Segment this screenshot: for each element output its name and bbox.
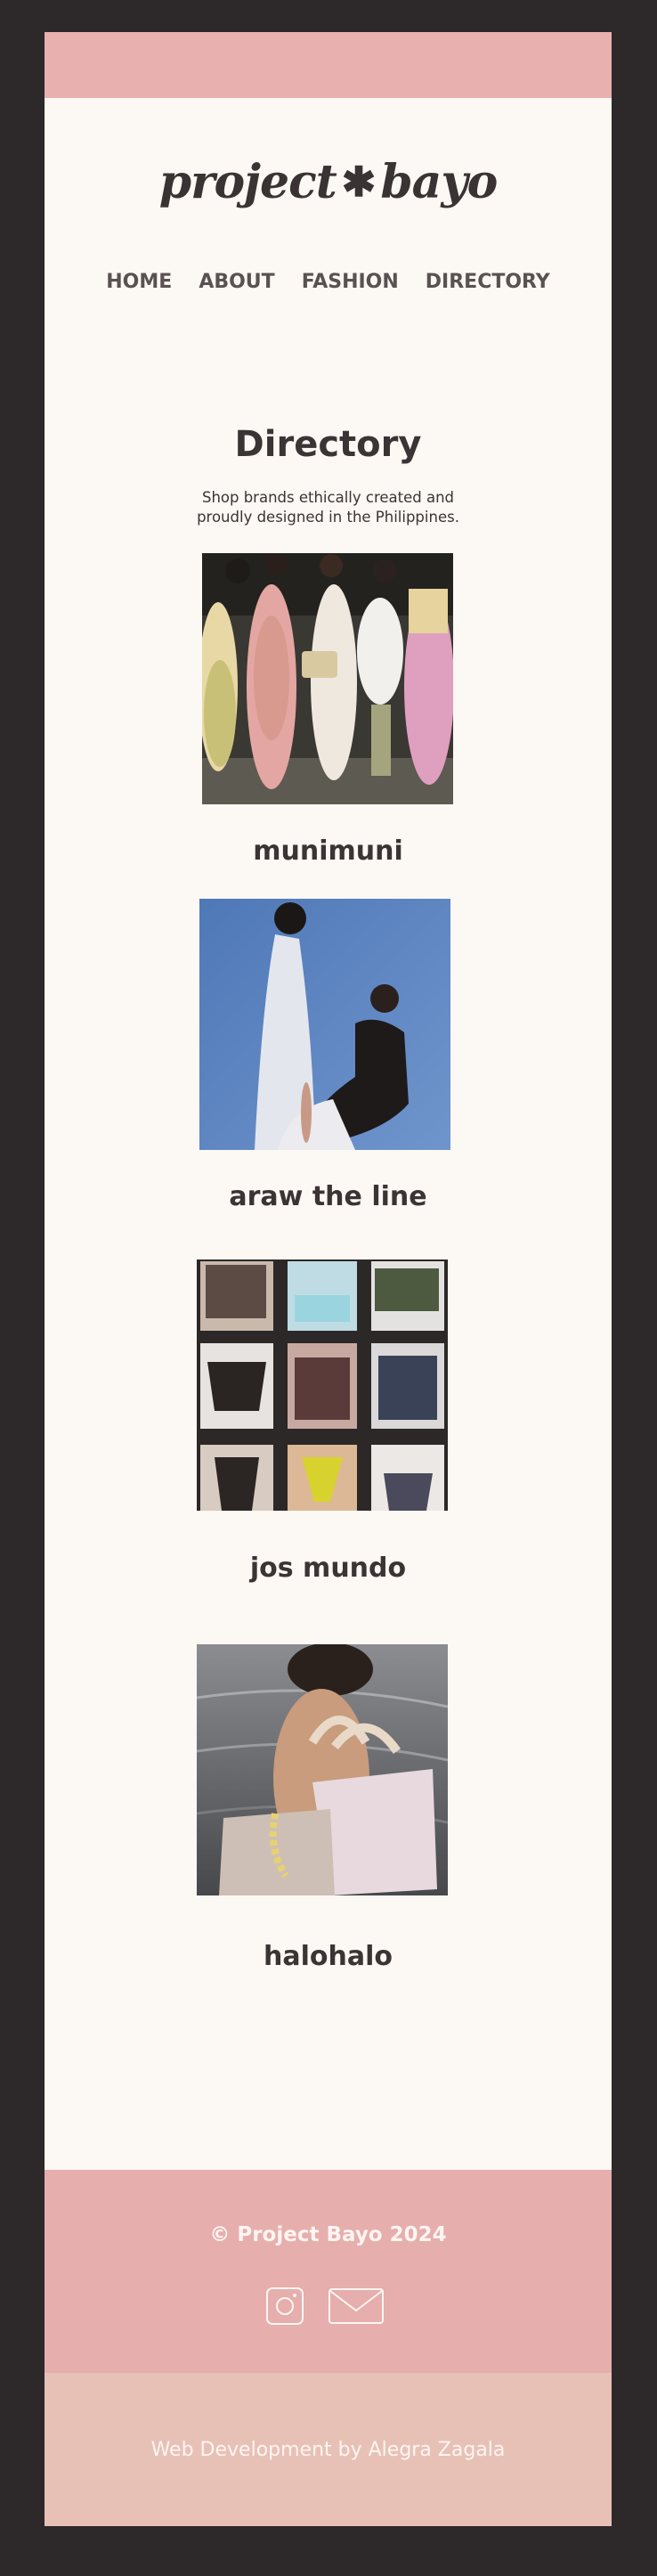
subtitle-line-1: Shop brands ethically created and bbox=[201, 489, 455, 506]
brand-name-araw-the-line[interactable]: araw the line bbox=[45, 1181, 612, 1212]
page-subtitle: Shop brands ethically created and proudl… bbox=[45, 488, 612, 527]
logo-flower-icon: ✱ bbox=[341, 158, 377, 206]
page-title: Directory bbox=[234, 424, 422, 465]
subtitle-line-2: proudly designed in the Philippines. bbox=[197, 509, 459, 526]
nav-fashion-link[interactable]: FASHION bbox=[302, 271, 399, 293]
main-nav: HOME ABOUT FASHION DIRECTORY bbox=[45, 271, 612, 293]
instagram-icon[interactable] bbox=[265, 2287, 304, 2329]
page-container: project ✱ bayo HOME ABOUT FASHION DIRECTOR… bbox=[45, 32, 612, 2526]
brand-image-araw-the-line[interactable] bbox=[199, 899, 450, 1150]
logo-text-project: project bbox=[158, 155, 337, 209]
footer-copyright: © Project Bayo 2024 bbox=[209, 2223, 447, 2246]
brand-image-munimuni[interactable] bbox=[202, 553, 453, 804]
brand-image-jos-mundo[interactable] bbox=[197, 1259, 448, 1511]
footer-credit: Web Development by Alegra Zagala bbox=[150, 2439, 506, 2461]
brand-name-munimuni[interactable]: munimuni bbox=[45, 836, 612, 867]
site-logo[interactable]: project ✱ bayo bbox=[45, 155, 612, 209]
nav-home-link[interactable]: HOME bbox=[106, 271, 172, 293]
brand-image-halohalo[interactable] bbox=[197, 1644, 448, 1895]
logo-text-bayo: bayo bbox=[380, 155, 498, 209]
email-icon[interactable] bbox=[328, 2287, 385, 2329]
brand-name-jos-mundo[interactable]: jos mundo bbox=[45, 1553, 612, 1584]
top-banner bbox=[45, 32, 612, 98]
nav-directory-link[interactable]: DIRECTORY bbox=[426, 271, 550, 293]
footer-social: © Project Bayo 2024 bbox=[45, 2170, 612, 2373]
nav-about-link[interactable]: ABOUT bbox=[199, 271, 274, 293]
footer-credit-bar: Web Development by Alegra Zagala bbox=[45, 2373, 612, 2526]
brand-name-halohalo[interactable]: halohalo bbox=[45, 1941, 612, 1972]
